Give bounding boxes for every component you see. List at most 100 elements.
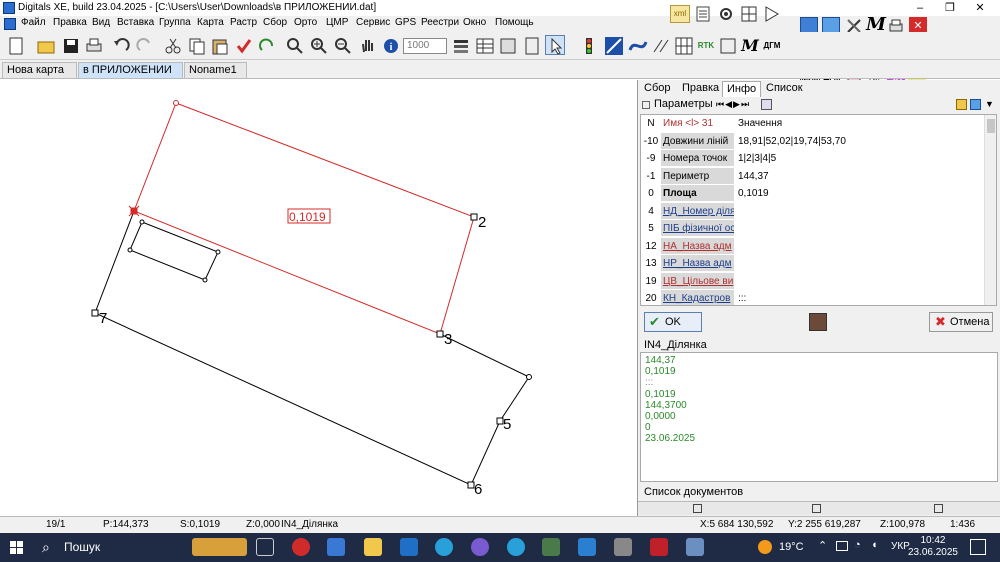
collapse-icon[interactable] [642, 101, 650, 109]
file-explorer-icon[interactable] [364, 538, 382, 556]
table-row[interactable]: 13 НР_Назва адм [641, 255, 986, 273]
map-canvas[interactable]: 0,1019 2 3 5 6 7 [0, 80, 636, 516]
cut-icon[interactable] [162, 35, 182, 55]
tray-display-icon[interactable] [836, 541, 848, 551]
minimize-button[interactable]: – [905, 0, 935, 16]
table-view-icon[interactable] [761, 99, 772, 110]
table-row[interactable]: 12 НА_Назва адм [641, 237, 986, 256]
volume-icon[interactable]: ◖ [871, 539, 878, 551]
table-row[interactable]: 4 НД_Номер діля [641, 202, 986, 221]
outlook-icon[interactable] [400, 538, 418, 556]
grid-tool-icon[interactable] [673, 35, 693, 55]
table-row[interactable]: 0 Площа 0,1019 [641, 185, 986, 203]
draw-line-icon[interactable] [603, 35, 623, 55]
settings-gear-icon[interactable] [717, 5, 735, 23]
taskbar-search[interactable]: ⌕ Пошук [36, 536, 186, 559]
wifi-icon[interactable]: ◔ [854, 539, 861, 551]
menu-view[interactable]: Вид [92, 17, 110, 28]
row-field-name[interactable]: НД_Номер діля [661, 202, 734, 219]
eye-photo-icon[interactable] [809, 313, 827, 331]
vertex-node[interactable] [215, 249, 221, 255]
layers-icon[interactable] [450, 35, 470, 55]
vertex-node[interactable] [526, 374, 532, 380]
acrobat-icon[interactable] [650, 538, 668, 556]
row-field-name[interactable]: НА_Назва адм [661, 237, 734, 254]
notification-icon[interactable] [970, 539, 986, 555]
m-tool-icon[interactable]: M [740, 35, 760, 55]
panel-tab-pravka[interactable]: Правка [678, 81, 723, 97]
survey-icon[interactable] [717, 35, 737, 55]
panel-tab-info[interactable]: Инфо [722, 81, 762, 97]
properties-icon[interactable] [497, 35, 517, 55]
calculator-icon[interactable] [521, 35, 541, 55]
row-field-name[interactable]: ЦВ_Цільове ви [661, 272, 734, 289]
zoom-scale-input[interactable]: 1000 [403, 38, 447, 54]
tab-noname1[interactable]: Noname1✕ [184, 62, 247, 92]
menu-gps[interactable]: GPS [395, 17, 416, 28]
play-icon[interactable] [762, 5, 780, 23]
digitals-app-icon[interactable] [542, 538, 560, 556]
menu-edit[interactable]: Правка [53, 17, 87, 28]
list-icon[interactable] [694, 5, 712, 23]
dgm-icon[interactable]: ДГМ [762, 35, 782, 55]
menu-map[interactable]: Карта [197, 17, 224, 28]
opera-icon[interactable] [292, 538, 310, 556]
info-icon[interactable]: i [380, 35, 400, 55]
windows-start-icon[interactable] [10, 541, 23, 554]
maximize-button[interactable]: ❐ [935, 0, 965, 16]
weather-icon[interactable] [758, 540, 772, 554]
menu-service[interactable]: Сервис [356, 17, 390, 28]
table-row[interactable]: 19 ЦВ_Цільове ви [641, 272, 986, 291]
row-field-value[interactable]: 0,1019 [736, 185, 984, 202]
vertex-marker[interactable] [436, 330, 444, 338]
zoom-in-icon[interactable] [308, 35, 328, 55]
refresh-icon[interactable] [256, 35, 276, 55]
map-drawing[interactable]: 0,1019 2 3 5 6 7 [0, 80, 636, 516]
vertex-node[interactable] [202, 277, 208, 283]
folder-icon[interactable] [956, 99, 967, 110]
clock[interactable]: 10:42 23.06.2025 [908, 535, 958, 559]
split-center-icon[interactable] [812, 504, 821, 513]
tab-new-map[interactable]: Нова карта✕ [2, 62, 77, 92]
record-nav-icon[interactable]: ⏮◀▶⏭ [716, 99, 750, 110]
vertex-marker[interactable] [470, 213, 478, 221]
menu-ortho[interactable]: Орто [294, 17, 317, 28]
camera-icon[interactable] [970, 99, 981, 110]
dropdown-arrow-icon[interactable]: ▼ [985, 99, 994, 109]
table-row[interactable]: -1 Периметр 144,37 [641, 167, 986, 186]
vertex-node[interactable] [127, 247, 133, 253]
print-icon[interactable] [83, 35, 103, 55]
table-row[interactable]: 5 ПІБ фізичної ос [641, 220, 986, 238]
split-right-icon[interactable] [934, 504, 943, 513]
save-icon[interactable] [60, 35, 80, 55]
telegram-icon[interactable] [435, 538, 453, 556]
vertex-marker[interactable] [91, 309, 99, 317]
search-highlight-image[interactable] [192, 538, 247, 556]
table-icon[interactable] [474, 35, 494, 55]
row-field-value[interactable]: 18,91|52,02|19,74|53,70 [736, 133, 984, 150]
menu-registries[interactable]: Реестри [421, 17, 459, 28]
vertex-node[interactable] [139, 219, 145, 225]
table-row[interactable]: -9 Номера точок 1|2|3|4|5 [641, 150, 986, 168]
panel-tab-spisok[interactable]: Список [762, 81, 807, 97]
row-field-name[interactable]: Площа [661, 185, 734, 201]
zoom-extents-icon[interactable] [284, 35, 304, 55]
menu-raster[interactable]: Растр [230, 17, 257, 28]
viber-icon[interactable] [471, 538, 489, 556]
menu-file[interactable]: Файл [21, 17, 46, 28]
traffic-light-icon[interactable] [578, 35, 598, 55]
menu-window[interactable]: Окно [463, 17, 486, 28]
row-field-value[interactable]: ::: [736, 290, 984, 305]
row-field-value[interactable]: 144,37 [736, 168, 984, 185]
row-field-name[interactable]: Периметр [661, 167, 734, 184]
app-icon[interactable] [614, 538, 632, 556]
store-icon[interactable] [327, 538, 345, 556]
menu-dem[interactable]: ЦМР [326, 17, 348, 28]
open-folder-icon[interactable] [35, 35, 55, 55]
split-left-icon[interactable] [693, 504, 702, 513]
building-polygon[interactable] [129, 221, 219, 281]
row-field-name[interactable]: ПІБ фізичної ос [661, 220, 734, 236]
undo-icon[interactable] [110, 35, 130, 55]
menu-insert[interactable]: Вставка [117, 17, 154, 28]
scrollbar-thumb[interactable] [987, 119, 995, 133]
